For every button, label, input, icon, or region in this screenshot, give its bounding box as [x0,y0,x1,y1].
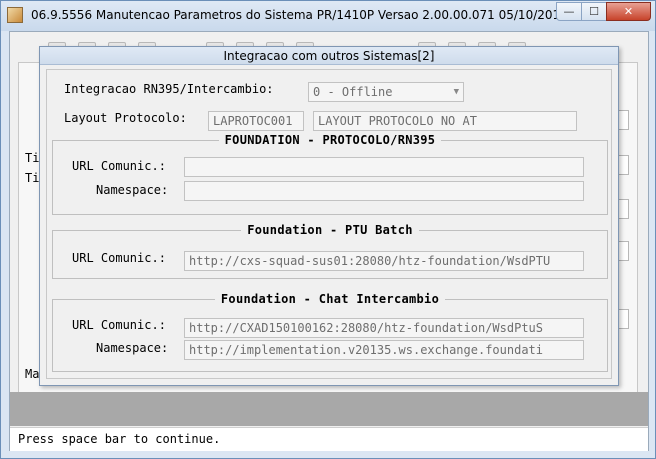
chat-namespace-field[interactable]: http://implementation.v20135.ws.exchange… [184,340,584,360]
dialog-title: Integracao com outros Sistemas[2] [40,47,618,65]
ptu-batch-section-title: Foundation - PTU Batch [247,223,413,237]
ptu-batch-url-label: URL Comunic.: [72,251,166,265]
integracao-select[interactable]: 0 - Offline ▼ [308,82,464,102]
chat-url-label: URL Comunic.: [72,318,166,332]
protocolo-namespace-field[interactable] [184,181,584,201]
status-bar: Press space bar to continue. [10,427,648,451]
background-dark-band [10,392,648,426]
integracao-label: Integracao RN395/Intercambio: [64,82,274,96]
maximize-button[interactable]: ☐ [581,2,607,21]
chat-namespace-label: Namespace: [96,341,169,355]
chevron-down-icon: ▼ [453,87,459,97]
status-message: Press space bar to continue. [18,432,221,446]
window-title: 06.9.5556 Manutencao Parametros do Siste… [31,8,619,22]
protocolo-section-title: FOUNDATION - PROTOCOLO/RN395 [224,133,436,147]
app-icon [7,7,23,23]
background-label-1: Ti [25,151,40,165]
background-label-3: Ma [25,367,40,381]
title-bar: 06.9.5556 Manutencao Parametros do Siste… [1,1,655,31]
layout-desc-field[interactable]: LAYOUT PROTOCOLO NO AT [313,111,577,131]
protocolo-url-label: URL Comunic.: [72,159,166,173]
minimize-button[interactable]: — [556,2,582,21]
protocolo-url-field[interactable] [184,157,584,177]
chat-url-field[interactable]: http://CXAD150100162:28080/htz-foundatio… [184,318,584,338]
background-label-2: Ti [25,171,40,185]
integration-dialog: Integracao com outros Sistemas[2] Integr… [39,46,619,386]
close-button[interactable]: ✕ [606,2,651,21]
layout-label: Layout Protocolo: [64,111,187,125]
app-window: 06.9.5556 Manutencao Parametros do Siste… [0,0,656,459]
protocolo-namespace-label: Namespace: [96,183,169,197]
integracao-select-value: 0 - Offline [313,85,393,99]
ptu-batch-url-field[interactable]: http://cxs-squad-sus01:28080/htz-foundat… [184,251,584,271]
chat-section-title: Foundation - Chat Intercambio [220,292,440,306]
dialog-body: Integracao RN395/Intercambio: 0 - Offlin… [46,69,612,379]
layout-code-field[interactable]: LAPROTOC001 [208,111,304,131]
